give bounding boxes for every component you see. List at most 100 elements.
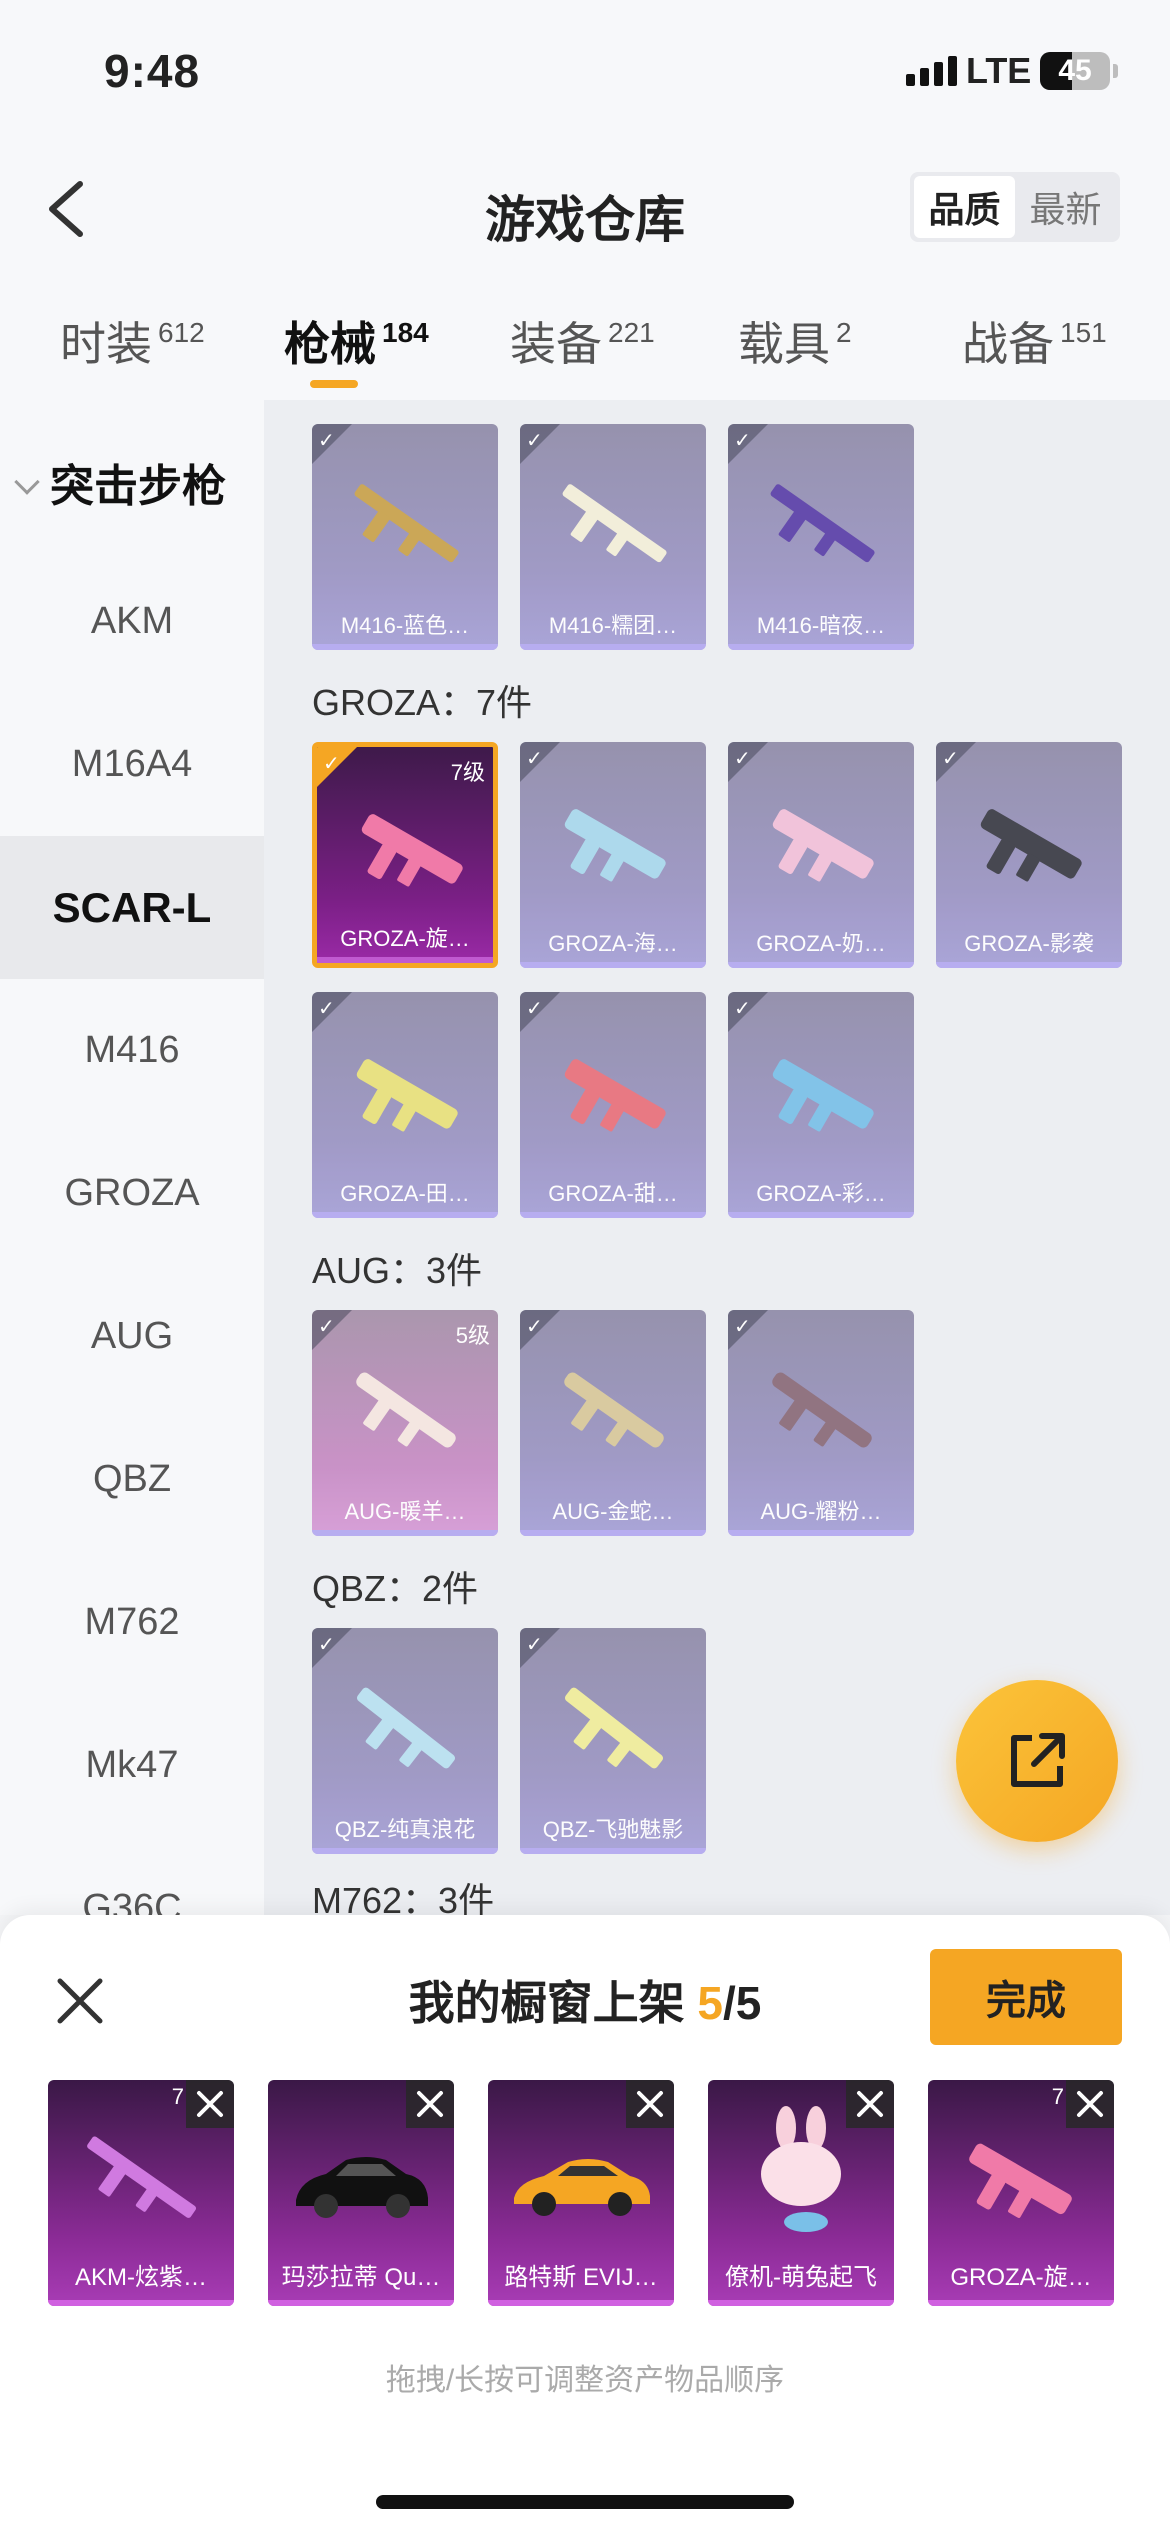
remove-item-button[interactable] bbox=[406, 2080, 454, 2128]
item-card[interactable]: ✓ QBZ-飞驰魅影 bbox=[520, 1628, 706, 1854]
sidebar-item-aug[interactable]: AUG bbox=[0, 1265, 264, 1408]
tab-count: 2 bbox=[836, 317, 852, 348]
rarity-bar bbox=[520, 1212, 706, 1218]
remove-item-button[interactable] bbox=[1066, 2080, 1114, 2128]
item-label: M416-糯团… bbox=[548, 613, 678, 638]
close-icon bbox=[1077, 2091, 1103, 2117]
battery-tip bbox=[1113, 64, 1118, 78]
close-icon bbox=[197, 2091, 223, 2117]
rarity-bar bbox=[520, 1530, 706, 1536]
showcase-item-label: GROZA-旋… bbox=[950, 2264, 1092, 2291]
rarity-bar bbox=[708, 2300, 894, 2306]
rarity-bar bbox=[728, 1530, 914, 1536]
tab-count: 221 bbox=[608, 317, 655, 348]
showcase-item[interactable]: 玛莎拉蒂 Qu… bbox=[268, 2080, 454, 2306]
network-label: LTE bbox=[966, 50, 1032, 91]
rifle-icon bbox=[770, 484, 875, 563]
tab-label: 战备 bbox=[962, 318, 1054, 370]
rifle-icon bbox=[356, 1372, 456, 1448]
chevron-down-icon bbox=[14, 469, 40, 495]
item-label: AUG-暖羊… bbox=[344, 1499, 466, 1524]
level-badge: 7级 bbox=[450, 760, 485, 785]
level-badge: 5级 bbox=[455, 1323, 490, 1348]
rarity-bar bbox=[268, 2300, 454, 2306]
sort-quality[interactable]: 品质 bbox=[914, 176, 1015, 238]
category-tabs: 时装 612 枪械 184 装备 221 载具 2 战备 151 bbox=[0, 270, 1170, 400]
level-badge: 7 bbox=[171, 2084, 184, 2109]
share-button[interactable] bbox=[956, 1680, 1118, 1842]
bunny-icon bbox=[761, 2106, 841, 2232]
item-label: GROZA-奶… bbox=[756, 931, 886, 956]
item-card[interactable]: ✓ 5级 AUG-暖羊… bbox=[312, 1310, 498, 1536]
item-card[interactable]: ✓ QBZ-纯真浪花 bbox=[312, 1628, 498, 1854]
tab-equipment[interactable]: 装备 221 bbox=[510, 308, 655, 374]
item-card[interactable]: ✓ GROZA-田… bbox=[312, 992, 498, 1218]
item-card[interactable]: ✓ GROZA-影袭 bbox=[936, 742, 1122, 968]
showcase-total: /5 bbox=[723, 1977, 762, 2029]
item-card[interactable]: ✓ AUG-金蛇… bbox=[520, 1310, 706, 1536]
tab-count: 612 bbox=[158, 317, 205, 348]
check-icon: ✓ bbox=[318, 1316, 335, 1338]
item-label: M416-暗夜… bbox=[756, 613, 886, 638]
remove-item-button[interactable] bbox=[626, 2080, 674, 2128]
item-card[interactable]: ✓ GROZA-彩… bbox=[728, 992, 914, 1218]
tab-count: 184 bbox=[382, 317, 429, 348]
section-label-m762: M762：3件 bbox=[312, 1880, 495, 1915]
showcase-item[interactable]: 7 GROZA-旋… bbox=[928, 2080, 1114, 2306]
item-card[interactable]: ✓ M416-暗夜… bbox=[728, 424, 914, 650]
item-card[interactable]: ✓ M416-蓝色… bbox=[312, 424, 498, 650]
sidebar-group-label: 突击步枪 bbox=[50, 462, 226, 511]
rifle-icon bbox=[564, 809, 666, 882]
sidebar-group-assault-rifles[interactable]: 突击步枪 bbox=[14, 450, 226, 514]
status-time: 9:48 bbox=[104, 45, 201, 97]
rifle-icon bbox=[564, 1059, 666, 1132]
tab-fashion[interactable]: 时装 612 bbox=[60, 308, 205, 374]
battery-icon: 45 bbox=[1040, 52, 1110, 90]
showcase-item[interactable]: 僚机-萌兔起飞 bbox=[708, 2080, 894, 2306]
tab-label: 枪械 bbox=[284, 318, 376, 370]
sidebar-item-akm[interactable]: AKM bbox=[0, 550, 264, 693]
rifle-icon bbox=[564, 1372, 664, 1448]
rarity-bar bbox=[928, 2300, 1114, 2306]
sidebar-item-mk47[interactable]: Mk47 bbox=[0, 1694, 264, 1837]
check-icon: ✓ bbox=[318, 998, 335, 1020]
item-card[interactable]: ✓ GROZA-奶… bbox=[728, 742, 914, 968]
item-label: GROZA-田… bbox=[340, 1181, 470, 1206]
tab-supplies[interactable]: 战备 151 bbox=[962, 308, 1107, 374]
item-card[interactable]: ✓ M416-糯团… bbox=[520, 424, 706, 650]
check-icon: ✓ bbox=[318, 430, 335, 452]
remove-item-button[interactable] bbox=[846, 2080, 894, 2128]
close-icon bbox=[637, 2091, 663, 2117]
close-icon bbox=[417, 2091, 443, 2117]
rarity-bar bbox=[312, 1848, 498, 1854]
rifle-icon bbox=[356, 1687, 456, 1769]
sort-newest[interactable]: 最新 bbox=[1015, 176, 1116, 238]
sidebar-item-m16a4[interactable]: M16A4 bbox=[0, 693, 264, 836]
car-icon bbox=[514, 2159, 650, 2216]
tab-firearms[interactable]: 枪械 184 bbox=[284, 308, 429, 374]
showcase-item[interactable]: 路特斯 EVIJ… bbox=[488, 2080, 674, 2306]
sidebar-item-m416[interactable]: M416 bbox=[0, 979, 264, 1122]
tab-vehicles[interactable]: 载具 2 bbox=[738, 308, 852, 374]
check-icon: ✓ bbox=[318, 1634, 335, 1656]
showcase-sheet: 我的橱窗上架 5/5 完成 7 AKM-炫紫… 玛莎拉蒂 Qu… 路特斯 EVI… bbox=[0, 1915, 1170, 2532]
level-badge: 7 bbox=[1051, 2084, 1064, 2109]
rifle-icon bbox=[772, 1372, 872, 1448]
sidebar-item-m762[interactable]: M762 bbox=[0, 1551, 264, 1694]
sidebar-item-qbz[interactable]: QBZ bbox=[0, 1408, 264, 1551]
sidebar-item-scar-l[interactable]: SCAR-L bbox=[0, 836, 264, 979]
check-icon: ✓ bbox=[526, 1634, 543, 1656]
rifle-icon bbox=[969, 2143, 1072, 2218]
item-card[interactable]: ✓ GROZA-甜… bbox=[520, 992, 706, 1218]
item-card[interactable]: ✓ GROZA-海… bbox=[520, 742, 706, 968]
item-label: GROZA-海… bbox=[548, 931, 678, 956]
done-button[interactable]: 完成 bbox=[930, 1949, 1122, 2045]
rarity-bar bbox=[312, 1530, 498, 1536]
showcase-item[interactable]: 7 AKM-炫紫… bbox=[48, 2080, 234, 2306]
close-icon bbox=[857, 2091, 883, 2117]
sidebar-item-groza[interactable]: GROZA bbox=[0, 1122, 264, 1265]
sidebar-item-g36c[interactable]: G36C bbox=[0, 1837, 264, 1915]
remove-item-button[interactable] bbox=[186, 2080, 234, 2128]
item-card[interactable]: ✓ AUG-耀粉… bbox=[728, 1310, 914, 1536]
item-card-selected[interactable]: ✓ 7级 GROZA-旋… bbox=[312, 742, 498, 968]
